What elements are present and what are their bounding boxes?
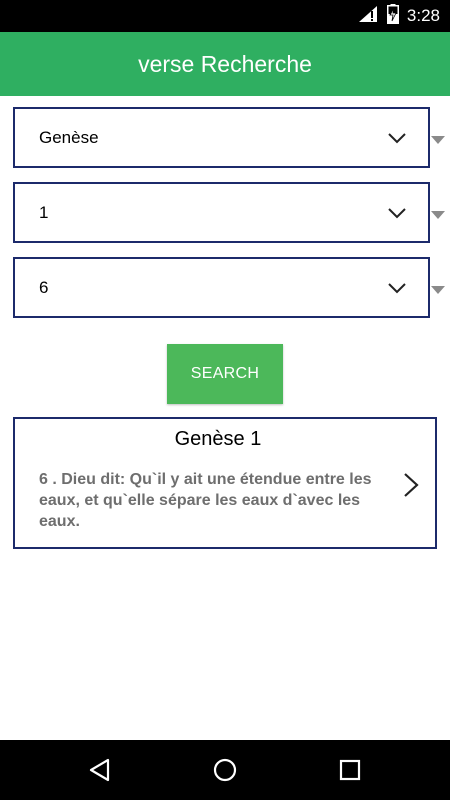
verse-spinner-value: 6	[39, 278, 49, 297]
result-title: Genèse 1	[174, 428, 262, 450]
chevron-right-icon[interactable]	[401, 471, 421, 499]
app-bar: verse Recherche	[0, 32, 450, 96]
chapter-spinner-value: 1	[39, 203, 49, 222]
app-title: verse Recherche	[138, 50, 312, 77]
status-icons: 3:28	[357, 0, 440, 32]
verse-spinner[interactable]: 6	[13, 257, 430, 318]
signal-icon	[357, 5, 379, 28]
dropdown-arrow-icon[interactable]	[431, 132, 445, 144]
battery-charging-icon	[386, 3, 399, 29]
screen: 3:28 verse Recherche Genèse 1 6 SEARCH G…	[0, 0, 450, 800]
search-button[interactable]: SEARCH	[167, 344, 283, 404]
chevron-down-icon	[386, 127, 408, 149]
home-icon[interactable]	[210, 755, 240, 785]
book-spinner-value: Genèse	[39, 128, 99, 147]
nav-bar	[0, 740, 450, 800]
dropdown-arrow-icon[interactable]	[431, 282, 445, 294]
result-card[interactable]: Genèse 1 6 . Dieu dit: Qu`il y ait une é…	[13, 417, 437, 549]
chapter-spinner[interactable]: 1	[13, 182, 430, 243]
book-spinner[interactable]: Genèse	[13, 107, 430, 168]
recents-icon[interactable]	[335, 755, 365, 785]
back-icon[interactable]	[86, 755, 116, 785]
dropdown-arrow-icon[interactable]	[431, 207, 445, 219]
status-time: 3:28	[406, 6, 440, 25]
chevron-down-icon	[386, 277, 408, 299]
chevron-down-icon	[386, 202, 408, 224]
result-verse-text: 6 . Dieu dit: Qu`il y ait une étendue en…	[39, 471, 372, 530]
status-bar: 3:28	[0, 0, 450, 32]
